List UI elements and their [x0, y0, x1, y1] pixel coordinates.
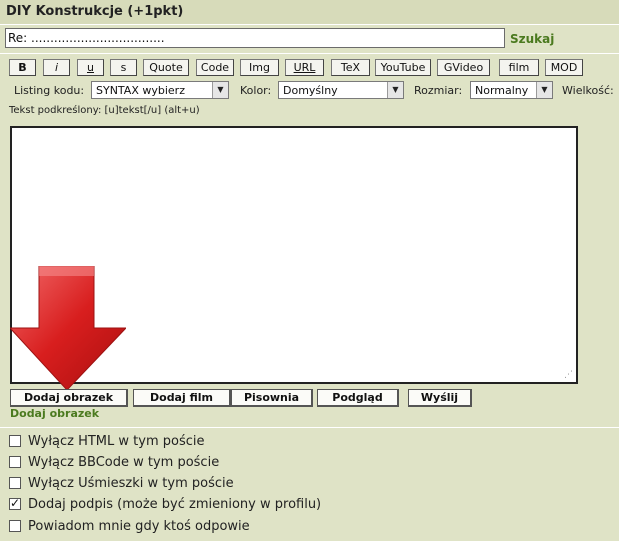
page-title: DIY Konstrukcje (+1pkt)	[6, 4, 184, 19]
option-label: Dodaj podpis (może być zmieniony w profi…	[28, 497, 322, 512]
title-bar: DIY Konstrukcje (+1pkt)	[0, 0, 619, 25]
format-hint: Tekst podkreślony: [u]tekst[/u] (alt+u)	[9, 105, 200, 116]
film-button[interactable]: film	[499, 59, 539, 76]
add-signature-checkbox[interactable]	[9, 496, 21, 510]
option-label: Wyłącz Uśmieszki w tym poście	[28, 476, 234, 491]
add-film-button[interactable]: Dodaj film	[133, 389, 231, 407]
option-label: Wyłącz BBCode w tym poście	[28, 455, 220, 470]
color-select[interactable]: Domyślny ▼	[278, 81, 404, 99]
code-listing-value: SYNTAX wybierz	[96, 84, 185, 97]
strike-button[interactable]: s	[110, 59, 137, 76]
disable-smilies-checkbox[interactable]	[9, 477, 21, 489]
url-button[interactable]: URL	[285, 59, 324, 76]
divider	[0, 53, 619, 54]
gvideo-button[interactable]: GVideo	[437, 59, 490, 76]
youtube-button[interactable]: YouTube	[375, 59, 431, 76]
color-value: Domyślny	[283, 84, 338, 97]
color-label: Kolor:	[240, 84, 272, 97]
format-row: Listing kodu: SYNTAX wybierz ▼ Kolor: Do…	[0, 81, 619, 101]
spellcheck-button[interactable]: Pisownia	[231, 389, 313, 407]
bold-button[interactable]: B	[9, 59, 36, 76]
chevron-down-icon: ▼	[536, 82, 552, 98]
code-button[interactable]: Code	[196, 59, 234, 76]
preview-button[interactable]: Podgląd	[317, 389, 399, 407]
notify-reply-checkbox[interactable]	[9, 520, 21, 532]
search-link[interactable]: Szukaj	[510, 32, 554, 46]
subject-input[interactable]: Re: ...................................	[5, 28, 505, 48]
italic-button[interactable]: i	[43, 59, 70, 76]
divider	[0, 427, 619, 428]
chevron-down-icon: ▼	[387, 82, 403, 98]
disable-html-checkbox[interactable]	[9, 435, 21, 447]
add-image-button[interactable]: Dodaj obrazek	[10, 389, 128, 407]
mod-button[interactable]: MOD	[545, 59, 583, 76]
status-text: Dodaj obrazek	[10, 407, 100, 420]
width-label: Wielkość:	[562, 84, 614, 97]
code-listing-label: Listing kodu:	[14, 84, 85, 97]
img-button[interactable]: Img	[240, 59, 279, 76]
resize-handle-icon[interactable]: ⋰	[564, 370, 573, 380]
size-value: Normalny	[475, 84, 529, 97]
option-label: Wyłącz HTML w tym poście	[28, 434, 205, 449]
quote-button[interactable]: Quote	[143, 59, 189, 76]
size-label: Rozmiar:	[414, 84, 463, 97]
down-arrow-icon	[10, 266, 126, 390]
size-select[interactable]: Normalny ▼	[470, 81, 553, 99]
chevron-down-icon: ▼	[212, 82, 228, 98]
disable-bbcode-checkbox[interactable]	[9, 456, 21, 468]
send-button[interactable]: Wyślij	[408, 389, 472, 407]
option-label: Powiadom mnie gdy ktoś odpowie	[28, 519, 250, 534]
underline-button[interactable]: u	[77, 59, 104, 76]
tex-button[interactable]: TeX	[331, 59, 370, 76]
code-listing-select[interactable]: SYNTAX wybierz ▼	[91, 81, 229, 99]
